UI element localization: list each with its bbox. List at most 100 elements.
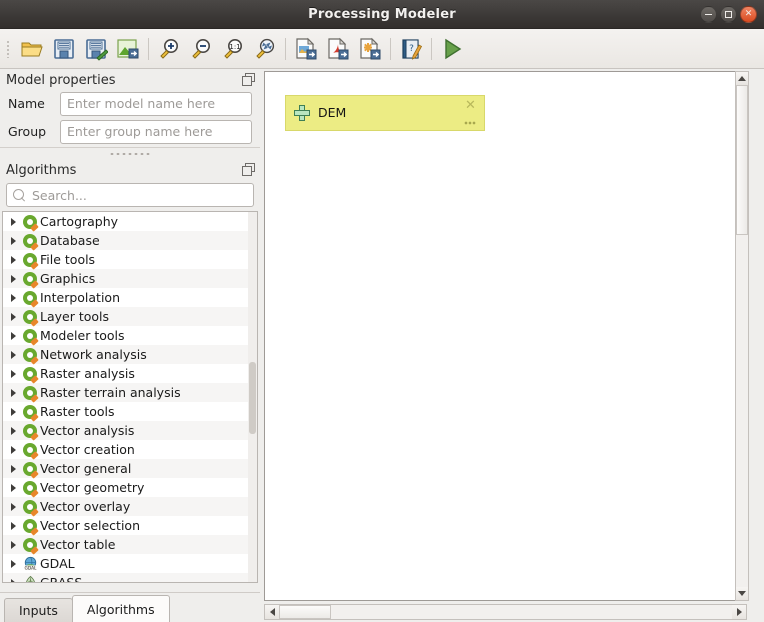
algorithm-group-row[interactable]: Cartography [3,212,257,231]
canvas-vscroll-thumb[interactable] [736,85,748,235]
canvas-hscroll-thumb[interactable] [279,605,331,619]
expand-arrow-icon[interactable] [7,560,20,568]
algorithm-group-row[interactable]: GDALGDAL [3,554,257,573]
expand-arrow-icon[interactable] [7,427,20,435]
algorithm-group-row[interactable]: Network analysis [3,345,257,364]
model-canvas[interactable]: DEM ✕ [264,71,747,601]
export-image-button[interactable] [290,33,322,65]
algorithm-group-row[interactable]: Raster analysis [3,364,257,383]
algorithm-group-row[interactable]: Vector table [3,535,257,554]
algorithm-group-row[interactable]: Database [3,231,257,250]
algorithm-group-row[interactable]: Vector overlay [3,497,257,516]
expand-arrow-icon[interactable] [7,579,20,584]
expand-arrow-icon[interactable] [7,332,20,340]
window-maximize-button[interactable] [720,6,737,23]
algorithm-group-row[interactable]: Raster tools [3,402,257,421]
algorithm-group-row[interactable]: Layer tools [3,307,257,326]
canvas-scroll-up-button[interactable] [736,72,748,85]
expand-arrow-icon[interactable] [7,351,20,359]
canvas-scroll-down-button[interactable] [736,587,748,600]
expand-arrow-icon[interactable] [7,446,20,454]
algorithm-group-row[interactable]: Vector analysis [3,421,257,440]
algorithms-tree-scrollbar[interactable] [248,212,257,582]
algorithm-group-label: Vector overlay [40,499,130,514]
save-model-as-button[interactable] [80,33,112,65]
export-pdf-button[interactable] [322,33,354,65]
algorithm-group-row[interactable]: Vector geometry [3,478,257,497]
algorithms-tree[interactable]: Cartography Database File toolsGraphics Int… [2,211,258,583]
expand-arrow-icon[interactable] [7,503,20,511]
tab-algorithms[interactable]: Algorithms [72,595,170,622]
algorithm-group-row[interactable]: Graphics [3,269,257,288]
algorithm-group-row[interactable]: Vector general [3,459,257,478]
model-name-field[interactable]: Enter model name here [60,92,252,116]
tab-inputs[interactable]: Inputs [4,598,73,622]
run-model-button[interactable] [436,33,468,65]
expand-arrow-icon[interactable] [7,237,20,245]
algorithm-group-label: Vector analysis [40,423,134,438]
algorithm-group-label: Interpolation [40,290,120,305]
float-panel-icon[interactable] [242,73,256,87]
float-panel-icon[interactable] [242,163,256,177]
expand-arrow-icon[interactable] [7,370,20,378]
expand-arrow-icon[interactable] [7,389,20,397]
expand-arrow-icon[interactable] [7,465,20,473]
qgis-logo-icon [20,424,40,438]
expand-arrow-icon[interactable] [7,294,20,302]
save-as-icon [84,37,108,61]
model-canvas-area: DEM ✕ [262,69,764,622]
qgis-logo-icon [20,519,40,533]
algorithm-group-row[interactable]: GRASS [3,573,257,583]
expand-arrow-icon[interactable] [7,522,20,530]
qgis-logo-icon [20,253,40,267]
canvas-vertical-scrollbar[interactable] [735,71,749,601]
expand-arrow-icon[interactable] [7,275,20,283]
canvas-horizontal-scrollbar[interactable] [264,604,747,620]
window-minimize-button[interactable] [700,6,717,23]
algorithm-group-label: Database [40,233,100,248]
export-model-icon [116,37,140,61]
algorithm-group-row[interactable]: Modeler tools [3,326,257,345]
model-group-field[interactable]: Enter group name here [60,120,252,144]
svg-text:?: ? [409,44,414,54]
export-svg-button[interactable] [354,33,386,65]
algorithm-group-row[interactable]: Raster terrain analysis [3,383,257,402]
algorithm-group-row[interactable]: Interpolation [3,288,257,307]
edit-help-button[interactable]: ? [395,33,427,65]
toolbar-drag-handle[interactable] [4,36,13,62]
qgis-logo-icon [20,405,40,419]
algorithm-group-label: Vector general [40,461,131,476]
algorithm-group-label: Cartography [40,214,118,229]
expand-arrow-icon[interactable] [7,218,20,226]
zoom-in-button[interactable] [153,33,185,65]
zoom-out-icon [189,37,213,61]
zoom-actual-button[interactable]: 1:1 [217,33,249,65]
zoom-out-button[interactable] [185,33,217,65]
zoom-full-button[interactable] [249,33,281,65]
algorithms-tree-scroll-thumb[interactable] [249,362,256,434]
algorithm-group-row[interactable]: Vector creation [3,440,257,459]
export-model-button[interactable] [112,33,144,65]
save-model-button[interactable] [48,33,80,65]
algorithm-group-row[interactable]: File tools [3,250,257,269]
algorithm-group-row[interactable]: Vector selection [3,516,257,535]
expand-arrow-icon[interactable] [7,541,20,549]
expand-arrow-icon[interactable] [7,256,20,264]
node-dots-icon[interactable] [464,121,476,125]
canvas-scroll-right-button[interactable] [732,605,746,619]
svg-text:1:1: 1:1 [229,43,240,51]
main-toolbar: 1:1 [0,29,764,69]
expand-arrow-icon[interactable] [7,408,20,416]
algorithm-group-label: Vector table [40,537,115,552]
expand-arrow-icon[interactable] [7,484,20,492]
window-close-button[interactable]: ✕ [740,6,757,23]
open-model-button[interactable] [16,33,48,65]
search-placeholder: Search... [32,188,87,203]
search-input[interactable]: Search... [6,183,254,207]
canvas-scroll-left-button[interactable] [265,605,279,619]
grass-leaf-icon [20,575,40,583]
node-close-icon[interactable]: ✕ [465,100,476,111]
model-input-dem[interactable]: DEM ✕ [285,95,485,131]
panel-splitter[interactable] [0,147,260,159]
expand-arrow-icon[interactable] [7,313,20,321]
